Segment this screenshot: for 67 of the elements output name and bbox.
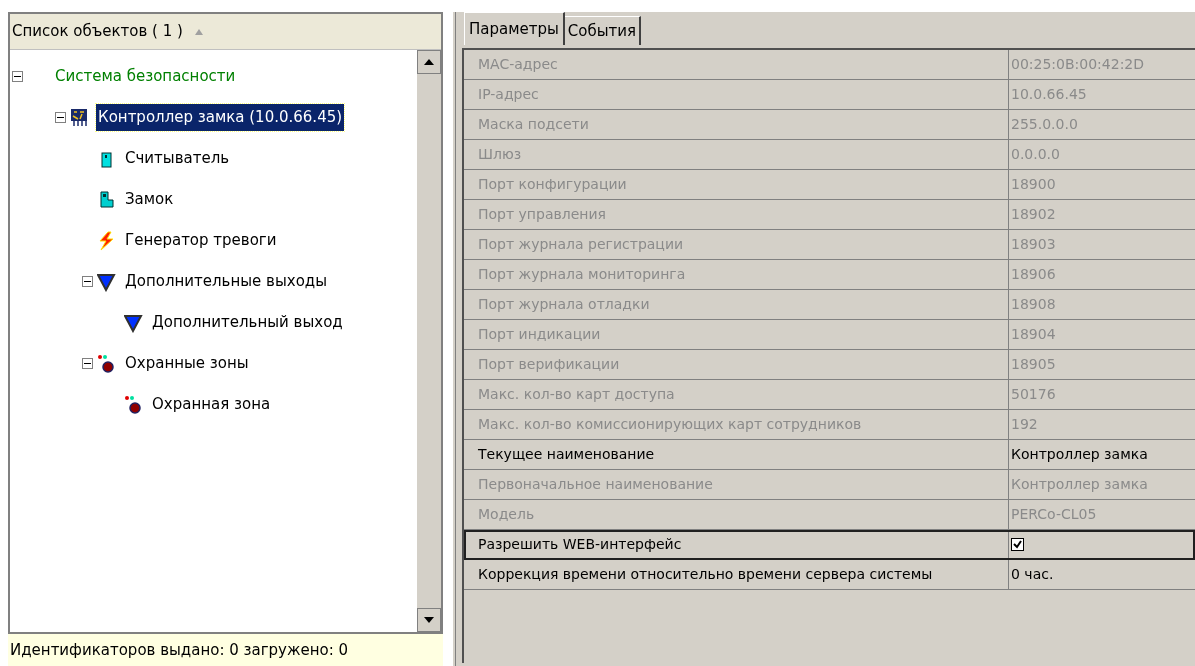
property-value: 18902 [1010, 205, 1057, 224]
collapse-icon[interactable] [55, 112, 66, 123]
property-name: Маска подсети [464, 110, 1009, 139]
property-value: 0.0.0.0 [1010, 145, 1061, 164]
property-name: Шлюз [464, 140, 1009, 169]
tree-item[interactable]: Контроллер замка (10.0.66.45) [96, 104, 345, 131]
triangle-icon [97, 271, 117, 292]
property-name: Порт индикации [464, 320, 1009, 349]
property-name: Макс. кол-во карт доступа [464, 380, 1009, 409]
property-name: Порт верификации [464, 350, 1009, 379]
up-arrow-icon [424, 59, 434, 65]
collapse-icon[interactable] [12, 71, 23, 82]
collapse-icon[interactable] [82, 276, 93, 287]
property-name: Текущее наименование [464, 440, 1009, 469]
property-value: 18908 [1010, 295, 1057, 314]
lock-icon [97, 189, 117, 210]
property-value: 00:25:0B:00:42:2D [1010, 55, 1146, 74]
property-value: 10.0.66.45 [1010, 85, 1088, 104]
property-value: 18906 [1010, 265, 1057, 284]
dots-icon [124, 394, 144, 415]
checkbox[interactable] [1011, 538, 1024, 551]
property-name: Разрешить WEB-интерфейс [464, 530, 1009, 559]
property-row[interactable]: Разрешить WEB-интерфейс [464, 530, 1195, 560]
property-name: Макс. кол-во комиссионирующих карт сотрудников [464, 410, 1009, 439]
property-name: Коррекция времени относительно времени сервера системы [464, 560, 1009, 589]
tree-item[interactable]: Охранные зоны [123, 350, 251, 377]
property-value: 0 час. [1010, 565, 1055, 584]
scroll-up-button[interactable] [417, 50, 441, 74]
property-name: Порт управления [464, 200, 1009, 229]
property-name: IP-адрес [464, 80, 1009, 109]
property-value: 18904 [1010, 325, 1057, 344]
property-value: 18903 [1010, 235, 1057, 254]
property-row[interactable]: Текущее наименование Контроллер замка [464, 440, 1195, 470]
property-name: Порт журнала регистрации [464, 230, 1009, 259]
property-value: 18900 [1010, 175, 1057, 194]
property-name: Порт журнала отладки [464, 290, 1009, 319]
scrollbar[interactable] [417, 50, 441, 632]
tree-item[interactable]: Генератор тревоги [123, 227, 279, 254]
property-value: PERCo-CL05 [1010, 505, 1098, 524]
tree-item[interactable]: Охранная зона [150, 391, 273, 418]
property-value: Контроллер замка [1010, 475, 1149, 494]
circuit-board-icon [70, 107, 90, 128]
scroll-down-button[interactable] [417, 608, 441, 632]
collapse-icon[interactable] [82, 358, 93, 369]
property-value: 50176 [1010, 385, 1057, 404]
tree-item[interactable]: Считыватель [123, 145, 232, 172]
tree-item[interactable]: Дополнительный выход [150, 309, 345, 336]
tree-item[interactable]: Замок [123, 186, 176, 213]
property-value: Контроллер замка [1010, 445, 1149, 464]
property-name: Модель [464, 500, 1009, 529]
property-name: Порт журнала мониторинга [464, 260, 1009, 289]
down-arrow-icon [424, 617, 434, 623]
property-row[interactable]: Коррекция времени относительно времени сервера системы 0 час. [464, 560, 1195, 590]
property-value: 192 [1010, 415, 1039, 434]
tab[interactable]: События [564, 16, 642, 45]
property-value: 18905 [1010, 355, 1057, 374]
property-name: MAC-адрес [464, 50, 1009, 79]
triangle-icon [124, 312, 144, 333]
status-bar: Идентификаторов выдано: 0 загружено: 0 [8, 634, 443, 666]
tree-item[interactable]: Дополнительные выходы [123, 268, 330, 295]
tab[interactable]: Параметры [464, 12, 565, 45]
property-name: Порт конфигурации [464, 170, 1009, 199]
tree-item[interactable]: Система безопасности [53, 63, 238, 90]
column-header-label: Список объектов ( 1 ) [12, 21, 183, 43]
property-name: Первоначальное наименование [464, 470, 1009, 499]
dots-icon [97, 353, 117, 374]
property-value: 255.0.0.0 [1010, 115, 1079, 134]
